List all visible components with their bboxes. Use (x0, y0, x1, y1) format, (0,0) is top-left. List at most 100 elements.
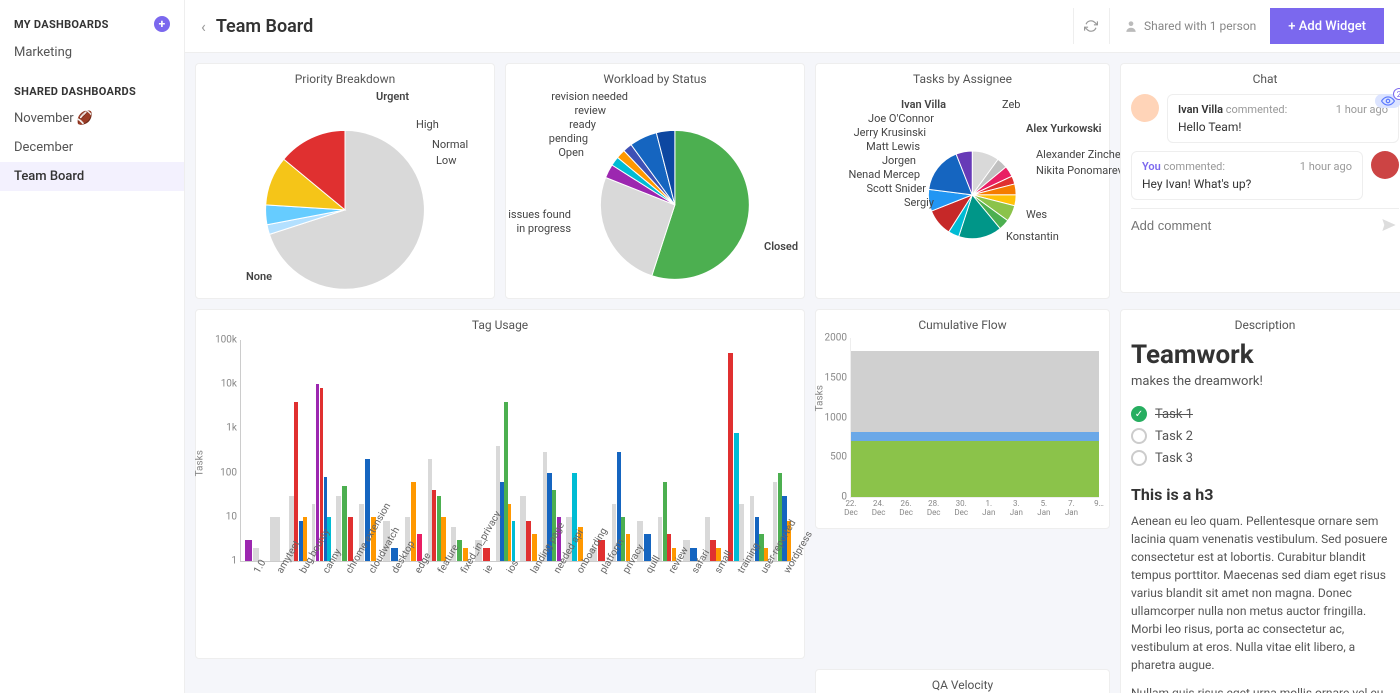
pie-slice-label: Nikita Ponomarev (1036, 164, 1123, 177)
bar (342, 486, 347, 561)
refresh-icon (1084, 19, 1098, 33)
x-tick: 28.Dec (919, 497, 949, 518)
bar (270, 517, 280, 561)
task-label: Task 3 (1155, 451, 1193, 466)
bar (658, 517, 662, 561)
card-title: Tag Usage (206, 318, 794, 332)
description-card: Description Teamwork makes the dreamwork… (1120, 309, 1400, 693)
bar (710, 540, 715, 561)
bar (432, 490, 436, 561)
x-tick: 30.Dec (946, 497, 976, 518)
sidebar-item[interactable]: November 🏈 (0, 104, 184, 133)
bar (245, 540, 252, 561)
task-row[interactable]: ✓Task 1 (1131, 403, 1399, 425)
y-tick: 10 (226, 511, 241, 522)
shared-dashboards-header: SHARED DASHBOARDS (0, 77, 184, 104)
card-title: Tasks by Assignee (826, 72, 1099, 86)
bar (667, 534, 671, 561)
person-icon (1124, 19, 1138, 33)
pie-slice-label: in progress (516, 222, 571, 235)
sidebar-item[interactable]: December (0, 133, 184, 162)
y-tick: 10k (221, 379, 241, 390)
y-axis-label: Tasks (195, 450, 206, 476)
circle-icon (1131, 450, 1147, 466)
tasks-by-assignee-card: Tasks by Assignee Ivan VillaJoe O'Connor… (815, 63, 1110, 299)
sidebar-item[interactable]: Marketing (0, 38, 184, 67)
message-body: Hey Ivan! What's up? (1142, 177, 1352, 191)
pie-slice-label: Matt Lewis (866, 140, 920, 153)
bar (437, 496, 441, 561)
x-tick: 24.Dec (864, 497, 894, 518)
message-author: Ivan Villa commented: (1178, 103, 1287, 116)
y-tick: 2000 (825, 333, 851, 344)
add-dashboard-button[interactable]: + (154, 16, 170, 32)
area-segment (851, 441, 1099, 497)
y-tick: 1k (226, 423, 241, 434)
avatar (1131, 94, 1159, 122)
task-label: Task 1 (1155, 407, 1193, 422)
refresh-button[interactable] (1073, 8, 1109, 44)
x-tick: ios (505, 558, 521, 575)
eye-icon (1381, 96, 1395, 106)
watchers-badge[interactable]: 2 (1375, 94, 1400, 108)
message-author: You commented: (1142, 160, 1225, 173)
x-tick: 9… (1084, 497, 1114, 509)
chat-message: You commented:1 hour ago Hey Ivan! What'… (1131, 151, 1399, 200)
task-row[interactable]: Task 3 (1131, 447, 1399, 469)
page-title: Team Board (216, 16, 313, 37)
card-title: Description (1131, 318, 1399, 332)
card-title: QA Velocity (826, 678, 1099, 692)
back-chevron-icon[interactable]: ‹ (201, 17, 206, 36)
bar (734, 433, 739, 561)
pie-slice-label: Jorgen (882, 154, 916, 167)
pie-slice-label: Wes (1026, 208, 1047, 221)
circle-icon (1131, 428, 1147, 444)
pie-slice-label: Sergiy (904, 196, 934, 209)
pie-slice-label: ready (569, 118, 596, 131)
y-tick: 1000 (825, 412, 851, 423)
x-tick: 3.Jan (1001, 497, 1031, 518)
x-tick: 7.Jan (1056, 497, 1086, 518)
pie-slice-label: Urgent (376, 90, 409, 103)
pie-slice-label: Normal (432, 138, 468, 151)
pie-slice-label: Joe O'Connor (868, 112, 934, 125)
x-tick: 26.Dec (891, 497, 921, 518)
bar (428, 459, 432, 561)
x-tick: 22.Dec (836, 497, 866, 518)
send-icon[interactable] (1379, 217, 1399, 233)
comment-input[interactable] (1131, 218, 1379, 233)
cumulative-flow-card: Cumulative Flow Tasks 050010001500200022… (815, 309, 1110, 529)
pie-slice-label: Ivan Villa (901, 98, 946, 111)
card-title: Cumulative Flow (826, 318, 1099, 332)
task-label: Task 2 (1155, 429, 1193, 444)
description-paragraph: Aenean eu leo quam. Pellentesque ornare … (1131, 512, 1399, 674)
shared-with-label: Shared with 1 person (1144, 19, 1256, 33)
bar (739, 504, 744, 562)
my-dashboards-header: MY DASHBOARDS + (0, 8, 184, 38)
pie-slice-label: Jerry Krusinski (854, 126, 926, 139)
x-tick: ie (482, 563, 495, 575)
bar (294, 402, 298, 561)
shared-with-button[interactable]: Shared with 1 person (1109, 8, 1270, 44)
y-axis-label: Tasks (815, 385, 826, 411)
add-widget-button[interactable]: + Add Widget (1270, 8, 1384, 44)
y-tick: 1500 (825, 372, 851, 383)
pie-slice-label: Open (558, 146, 584, 159)
pie-slice-label: High (416, 118, 439, 131)
card-title: Priority Breakdown (206, 72, 484, 86)
qa-velocity-card: QA Velocity Tasks velocity: 185.4 010020… (815, 669, 1110, 693)
pie-slice-label: Low (436, 154, 456, 167)
y-tick: 100 (220, 467, 241, 478)
task-row[interactable]: Task 2 (1131, 425, 1399, 447)
chat-card: Chat 2 Ivan Villa commented:1 hour ago H… (1120, 63, 1400, 293)
y-tick: 500 (830, 452, 851, 463)
bar (299, 521, 303, 561)
pie-slice-label: Closed (764, 240, 798, 253)
watchers-count: 2 (1393, 88, 1400, 100)
bar (663, 482, 667, 561)
sidebar-item[interactable]: Team Board (0, 162, 184, 191)
description-paragraph: Nullam quis risus eget urna mollis ornar… (1131, 684, 1399, 693)
pie-slice-label: Konstantin (1006, 230, 1059, 243)
card-title: Workload by Status (516, 72, 794, 86)
pie-slice-label: None (246, 270, 272, 283)
